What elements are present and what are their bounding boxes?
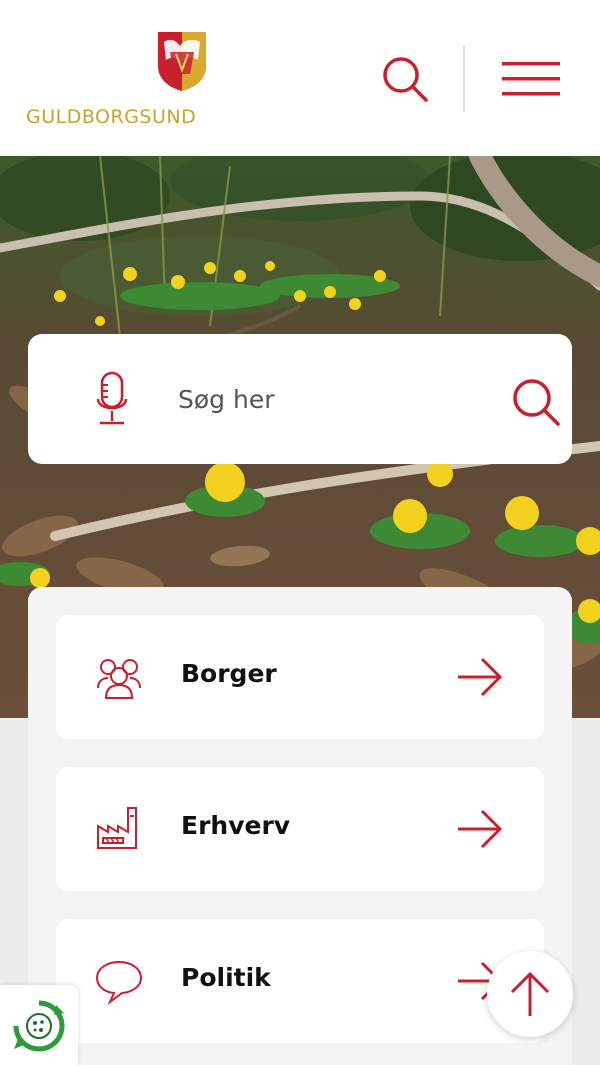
speech-bubble-icon bbox=[94, 956, 144, 1006]
nav-card-politik[interactable]: Politik bbox=[56, 919, 544, 1043]
cookie-settings-icon bbox=[13, 1000, 65, 1052]
factory-icon bbox=[94, 804, 144, 854]
header-divider bbox=[463, 45, 465, 111]
hamburger-menu-icon bbox=[502, 62, 560, 96]
nav-card-borger[interactable]: Borger bbox=[56, 615, 544, 739]
arrow-up-icon bbox=[510, 971, 550, 1016]
search-icon bbox=[513, 379, 560, 426]
municipal-crest-icon bbox=[156, 30, 208, 92]
microphone-icon bbox=[96, 371, 128, 425]
nav-card-label: Erhverv bbox=[181, 811, 291, 840]
search-submit-button[interactable] bbox=[510, 376, 562, 428]
search-box bbox=[28, 334, 572, 464]
nav-card-label: Politik bbox=[181, 963, 271, 992]
nav-card-erhverv[interactable]: Erhverv bbox=[56, 767, 544, 891]
logo-wordmark: GULDBORGSUND bbox=[26, 106, 197, 128]
search-icon bbox=[383, 57, 428, 102]
cookie-settings-button[interactable] bbox=[0, 985, 78, 1065]
header-search-button[interactable] bbox=[380, 54, 430, 104]
site-logo[interactable]: GULDBORGSUND bbox=[26, 30, 216, 130]
arrow-right-icon bbox=[456, 807, 504, 851]
arrow-right-icon bbox=[456, 655, 504, 699]
menu-button[interactable] bbox=[502, 60, 562, 98]
nav-card-label: Borger bbox=[181, 659, 277, 688]
people-icon bbox=[94, 652, 144, 702]
microphone-button[interactable] bbox=[94, 371, 138, 427]
search-input[interactable] bbox=[178, 378, 478, 420]
scroll-to-top-button[interactable] bbox=[487, 951, 573, 1037]
site-header: GULDBORGSUND bbox=[0, 0, 600, 156]
